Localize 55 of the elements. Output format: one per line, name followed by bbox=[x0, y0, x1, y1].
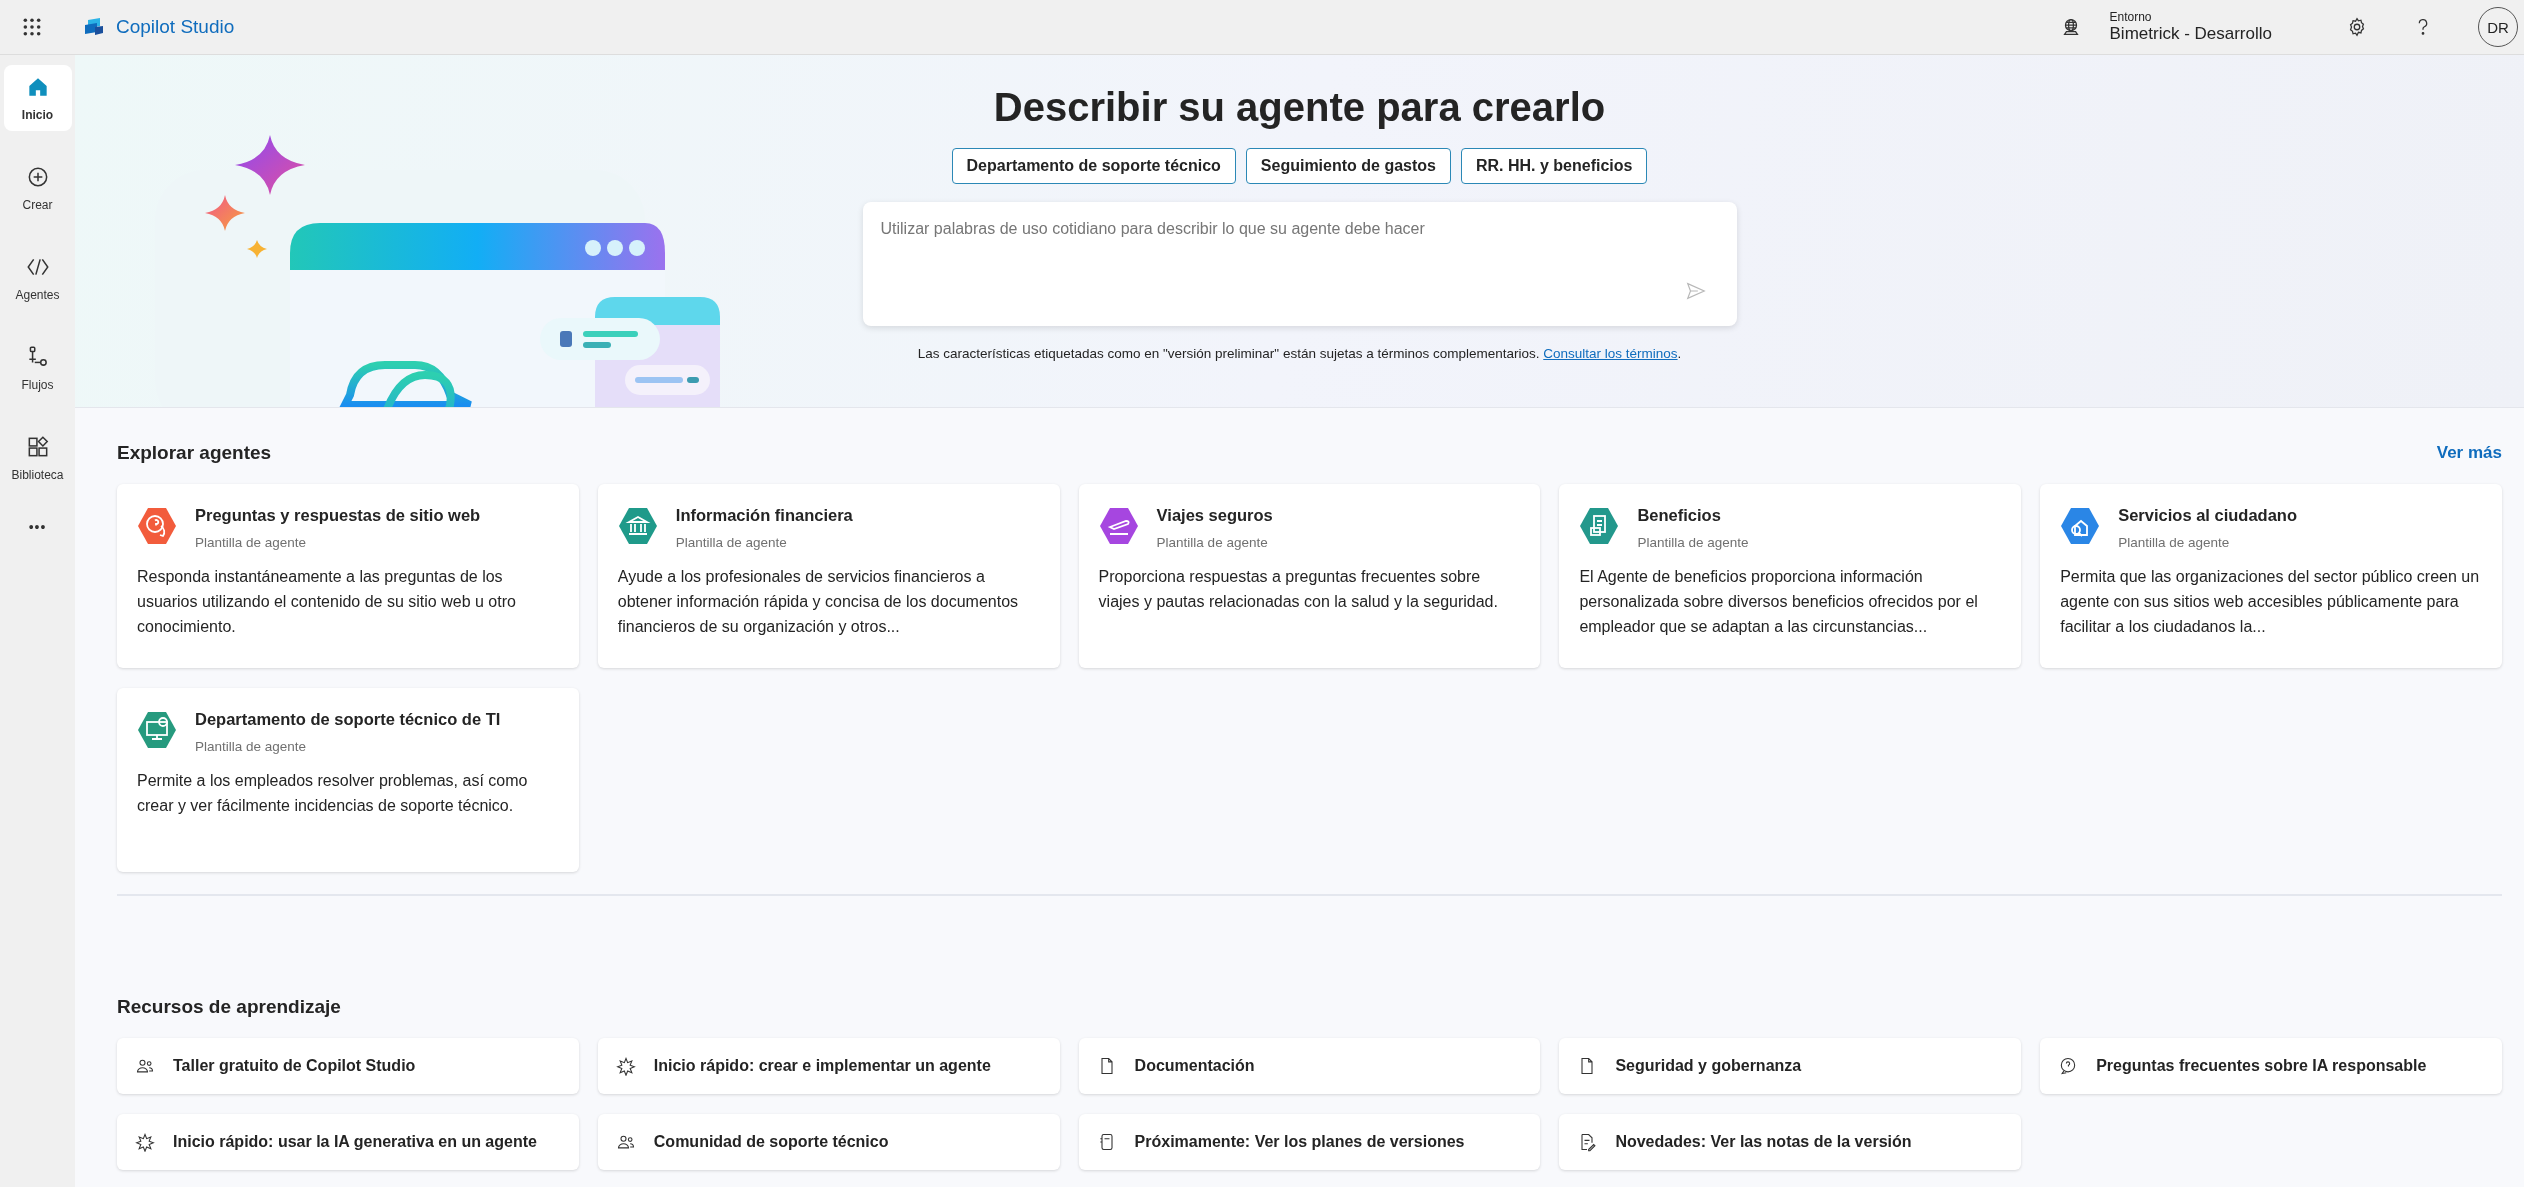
nav-item[interactable]: Biblioteca bbox=[3, 425, 72, 491]
agent-template-card[interactable]: Información financiera Plantilla de agente Ayude a los profesionales de servicios financieros a obtener información rápida y concisa de los documentos financieros de su organización y otros... bbox=[597, 484, 1060, 668]
resource-link[interactable]: Inicio rápido: crear e implementar un agente bbox=[597, 1038, 1060, 1094]
app-launcher-icon[interactable] bbox=[22, 17, 42, 37]
resource-link[interactable]: Documentación bbox=[1078, 1038, 1541, 1094]
resource-link[interactable]: Próximamente: Ver los planes de versiones bbox=[1078, 1114, 1541, 1170]
card-description: El Agente de beneficios proporciona información personalizada sobre diversos beneficios ofrecidos por el empleador que se adaptan a las circunstancias... bbox=[1579, 567, 1979, 637]
app-title[interactable]: Copilot Studio bbox=[116, 16, 235, 38]
card-subtitle: Plantilla de agente bbox=[675, 535, 788, 550]
section-title: Explorar agentes bbox=[117, 442, 272, 464]
suggestion-chip[interactable]: Seguimiento de gastos bbox=[1245, 148, 1451, 184]
card-description: Proporciona respuestas a preguntas frecuentes sobre viajes y pautas relacionadas con la salud y la seguridad. bbox=[1098, 567, 1499, 612]
nav-item[interactable]: Agentes bbox=[3, 245, 72, 311]
agent-template-card[interactable]: Servicios al ciudadano Plantilla de agente Permita que las organizaciones del sector público creen un agente con sus sitios web accesibles públicamente para facilitar a los ciudadanos la... bbox=[2040, 484, 2502, 668]
environment-label: Entorno bbox=[2109, 10, 2153, 24]
card-title: Departamento de soporte técnico de TI bbox=[195, 710, 501, 729]
card-description: Ayude a los profesionales de servicios financieros a obtener información rápida y concisa de los documentos financieros de su organización y otros... bbox=[617, 567, 1020, 637]
card-title: Beneficios bbox=[1637, 506, 1722, 525]
agent-template-card[interactable]: Preguntas y respuestas de sitio web Plantilla de agente Responda instantáneamente a las preguntas de los usuarios utilizando el contenido de su sitio web u otro conocimiento. bbox=[117, 484, 579, 668]
agent-template-card[interactable]: Departamento de soporte técnico de TI Plantilla de agente Permite a los empleados resolver problemas, así como crear y ver fácilmente incidencias de soporte técnico. bbox=[117, 688, 579, 872]
card-title: Servicios al ciudadano bbox=[2118, 506, 2297, 525]
resource-link[interactable]: Comunidad de soporte técnico bbox=[597, 1114, 1060, 1170]
card-title: Preguntas y respuestas de sitio web bbox=[195, 506, 481, 525]
preview-disclaimer: Las características etiquetadas como en "versión preliminar" están sujetas a términos complementarios. Consultar los términos. bbox=[917, 346, 1682, 361]
more-button[interactable]: ••• bbox=[24, 515, 51, 539]
card-subtitle: Plantilla de agente bbox=[2118, 535, 2231, 550]
card-description: Responda instantáneamente a las preguntas de los usuarios utilizando el contenido de su sitio web u otro conocimiento. bbox=[137, 567, 517, 637]
environment-name[interactable]: Bimetrick - Desarrollo bbox=[2109, 24, 2272, 44]
card-subtitle: Plantilla de agente bbox=[1637, 535, 1749, 550]
card-description: Permita que las organizaciones del sector público creen un agente con sus sitios web accesibles públicamente para facilitar a los ciudadanos la... bbox=[2060, 567, 2481, 637]
section-title: Recursos de aprendizaje bbox=[117, 996, 342, 1018]
agent-template-card[interactable]: Beneficios Plantilla de agente El Agente de beneficios proporciona información personalizada sobre diversos beneficios ofrecidos por el empleador que se adaptan a las circunstancias... bbox=[1559, 484, 2022, 668]
nav-item[interactable]: Inicio bbox=[3, 65, 72, 131]
resource-link[interactable]: Taller gratuito de Copilot Studio bbox=[117, 1038, 579, 1094]
resource-link[interactable]: Inicio rápido: usar la IA generativa en un agente bbox=[117, 1114, 579, 1170]
prompt-field[interactable]: Utilizar palabras de uso cotidiano para describir lo que su agente debe hacer bbox=[862, 202, 1737, 326]
terms-link[interactable]: Consultar los términos bbox=[1543, 346, 1678, 361]
agent-template-card[interactable]: Viajes seguros Plantilla de agente Proporciona respuestas a preguntas frecuentes sobre viajes y pautas relacionadas con la salud y la seguridad. bbox=[1078, 484, 1541, 668]
nav-item[interactable]: Flujos bbox=[3, 335, 72, 401]
resource-link[interactable]: Seguridad y gobernanza bbox=[1559, 1038, 2022, 1094]
suggestion-chip[interactable]: RR. HH. y beneficios bbox=[1460, 148, 1648, 184]
card-subtitle: Plantilla de agente bbox=[1156, 535, 1269, 550]
suggestion-chip[interactable]: Departamento de soporte técnico bbox=[951, 148, 1236, 184]
resource-link[interactable]: Novedades: Ver las notas de la versión bbox=[1559, 1114, 2022, 1170]
card-title: Información financiera bbox=[675, 506, 853, 525]
card-title: Viajes seguros bbox=[1156, 506, 1273, 525]
card-subtitle: Plantilla de agente bbox=[195, 535, 308, 550]
card-subtitle: Plantilla de agente bbox=[195, 739, 308, 754]
hero-title: Describir su agente para crearlo bbox=[993, 85, 1606, 130]
sparkle-burst-icon bbox=[615, 1056, 636, 1076]
sparkle-burst-icon bbox=[135, 1132, 155, 1152]
see-more-link[interactable]: Ver más bbox=[2436, 443, 2502, 463]
resource-link[interactable]: Preguntas frecuentes sobre IA responsable bbox=[2040, 1038, 2502, 1094]
card-description: Permite a los empleados resolver problemas, así como crear y ver fácilmente incidencias de soporte técnico. bbox=[137, 771, 529, 816]
nav-item[interactable]: Crear bbox=[3, 155, 72, 221]
